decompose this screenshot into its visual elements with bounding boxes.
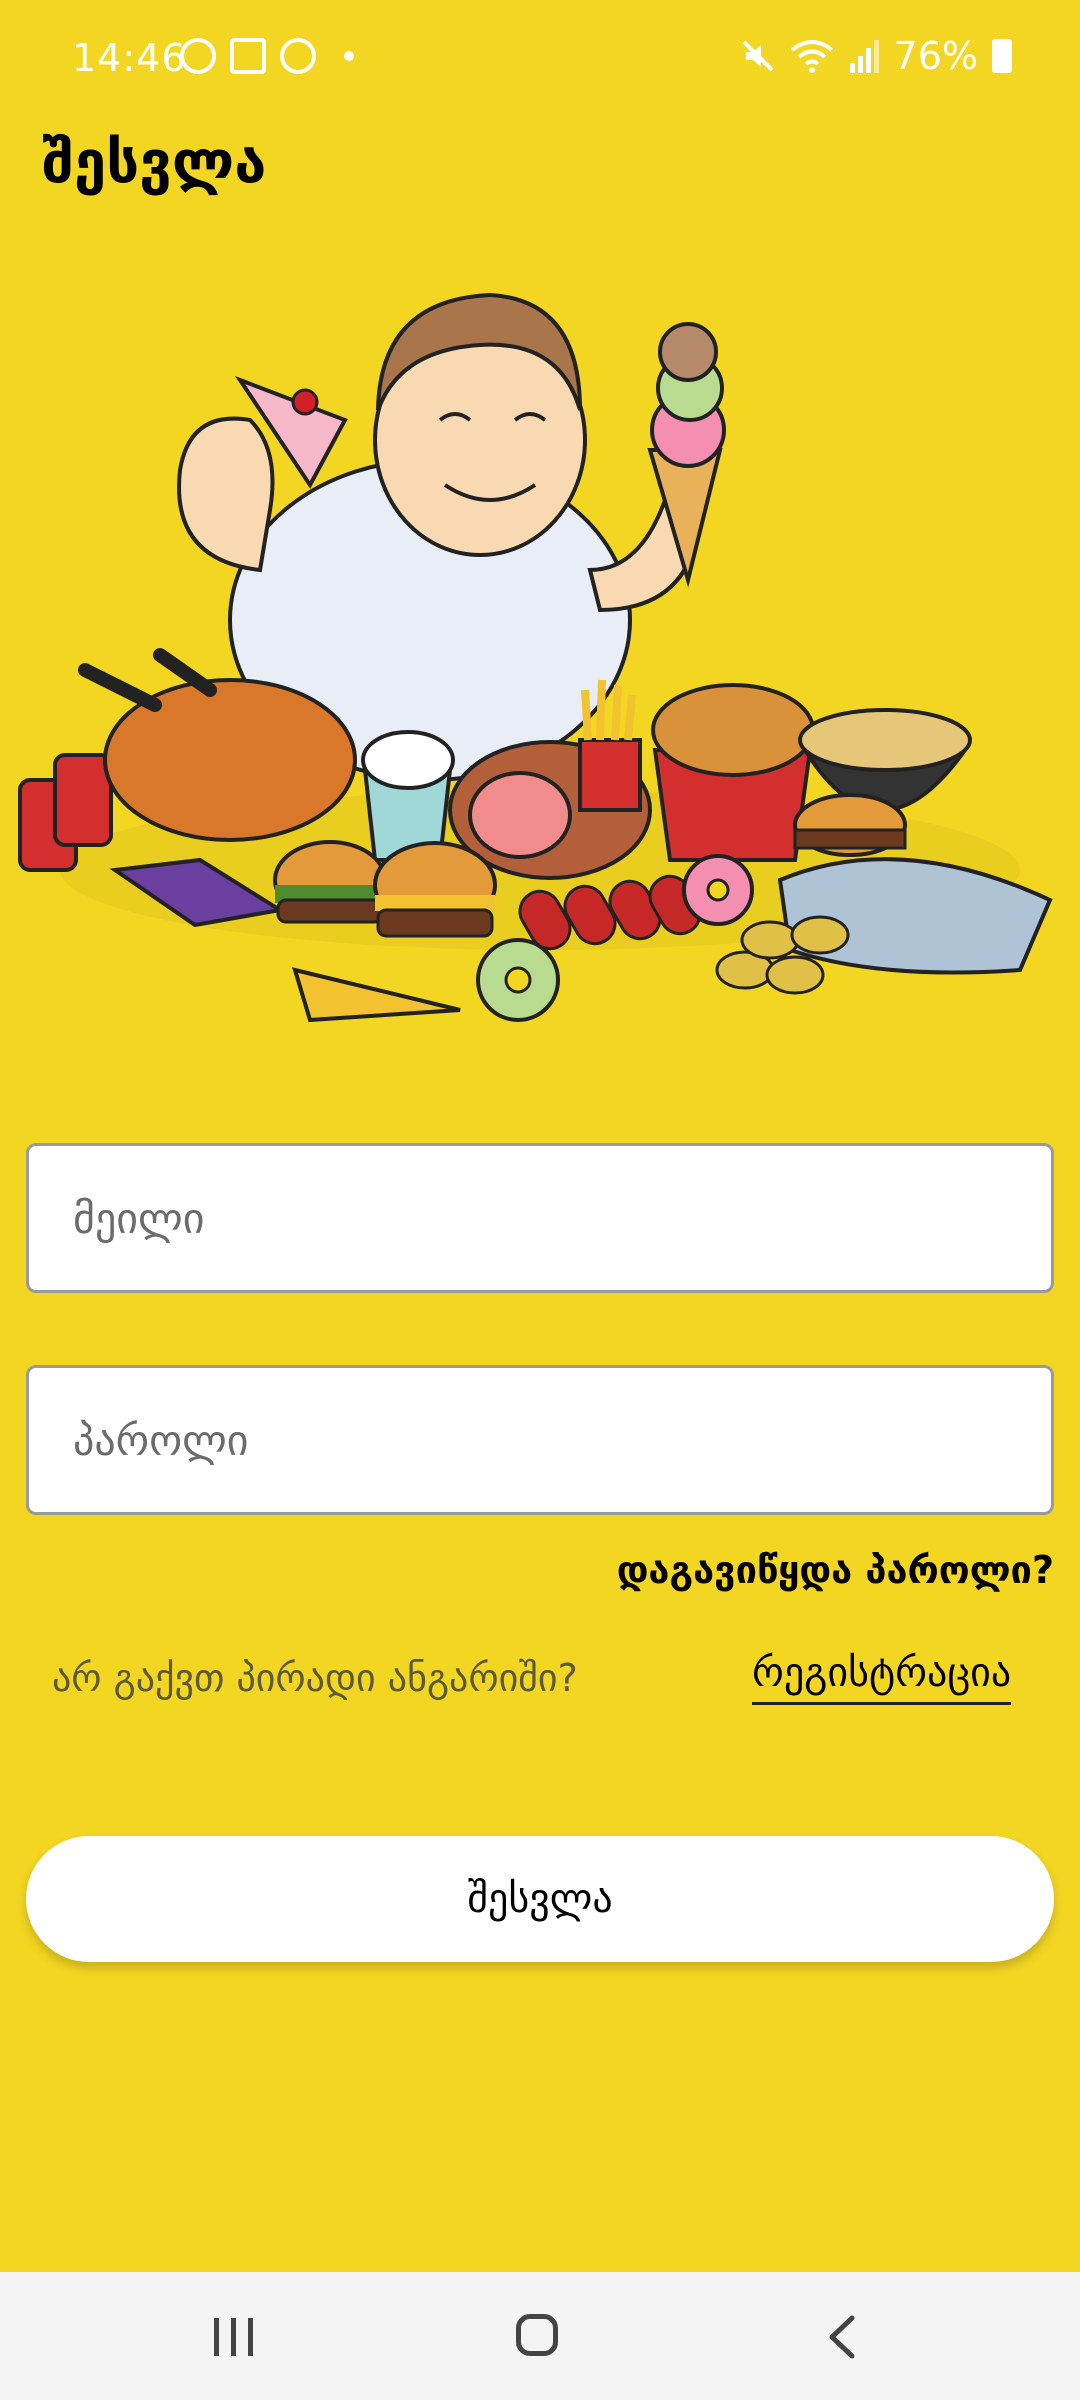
navigation-bar [0, 2272, 1080, 2400]
status-right: 76% [740, 34, 1012, 78]
food-illustration [18, 292, 1053, 1023]
email-field[interactable] [26, 1143, 1054, 1293]
battery-level: 76% [893, 34, 978, 78]
email-input[interactable] [71, 1192, 1051, 1244]
back-icon[interactable] [826, 2314, 856, 2360]
ball-notification-icon [180, 38, 216, 74]
recents-icon[interactable] [214, 2318, 253, 2356]
home-icon[interactable] [516, 2314, 558, 2356]
battery-icon [992, 39, 1012, 73]
password-input[interactable] [71, 1414, 1051, 1466]
image-notification-icon [230, 38, 266, 74]
login-button[interactable]: შესვლა [26, 1836, 1054, 1962]
signal-icon [849, 40, 879, 73]
more-notifications-dot-icon [344, 51, 354, 61]
status-bar: 14:46 76% [0, 0, 1080, 120]
no-account-label: არ გაქვთ პირადი ანგარიში? [52, 1656, 578, 1700]
wifi-icon [790, 40, 833, 73]
ball-notification-icon [280, 38, 316, 74]
forgot-password-link[interactable]: დაგავიწყდა პაროლი? [617, 1548, 1054, 1592]
register-link[interactable]: რეგისტრაცია [752, 1650, 1012, 1705]
mute-icon [742, 40, 773, 72]
password-field[interactable] [26, 1365, 1054, 1515]
status-time: 14:46 [72, 36, 187, 80]
page-title: შესვლა [42, 128, 267, 196]
notification-icons [180, 38, 354, 74]
